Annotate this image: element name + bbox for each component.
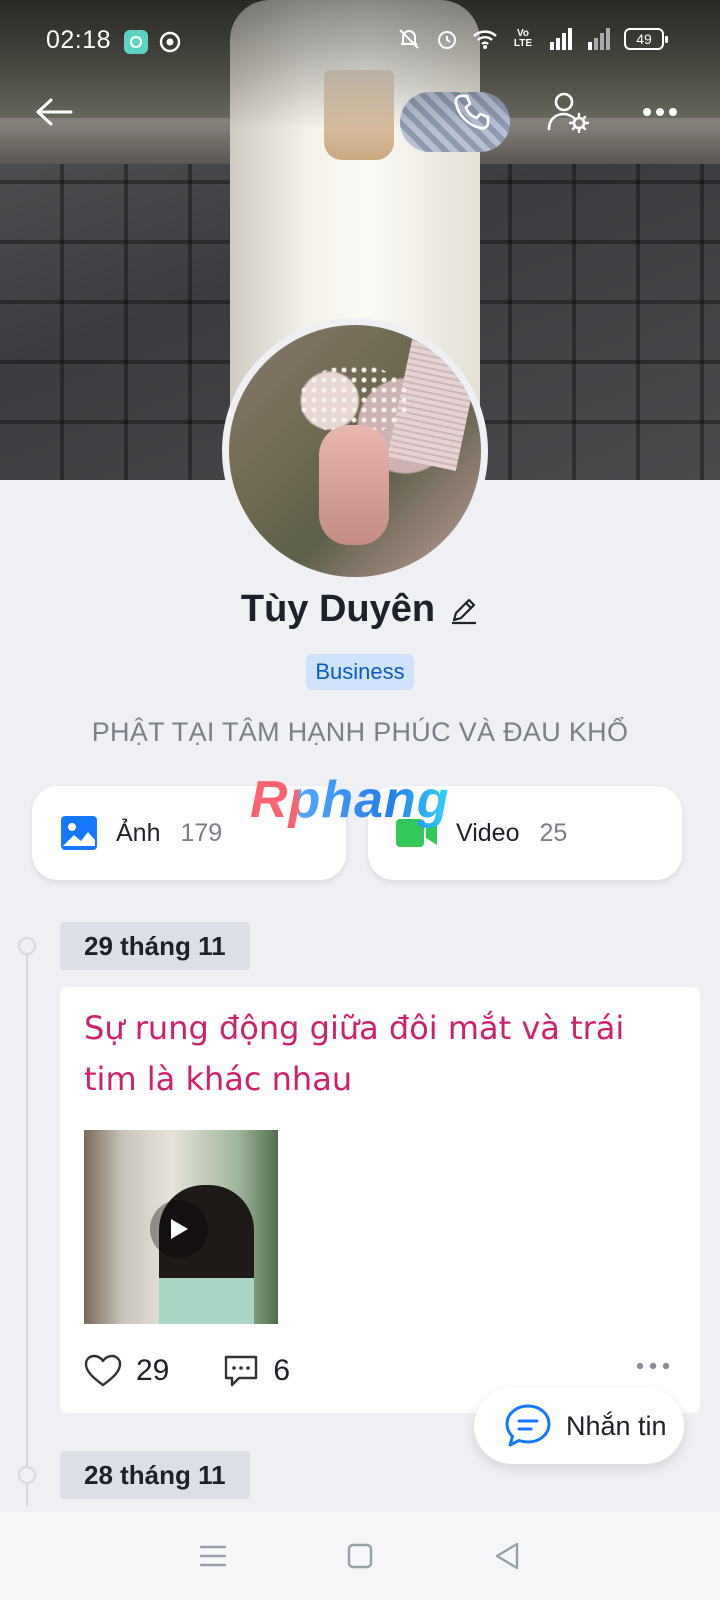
business-badge: Business [306,654,414,690]
volte-icon: Vo LTE [513,28,533,49]
chat-bubble-icon [505,1404,551,1447]
status-time: 02:18 [46,26,112,54]
comment-icon [225,1355,258,1387]
play-icon[interactable] [150,1200,208,1258]
comment-count: 6 [273,1354,291,1387]
videos-count: 25 [539,818,568,847]
badge-row: Business [0,654,720,690]
more-horizontal-icon [643,108,677,116]
user-settings-button[interactable] [540,84,596,140]
comment-button[interactable]: 6 [223,1354,290,1388]
back-button[interactable] [26,84,82,140]
timeline-dot [18,937,36,955]
avatar-hands [319,425,389,545]
like-count: 29 [136,1354,170,1387]
profile-bio: PHẬT TẠI TÂM HẠNH PHÚC VÀ ĐAU KHỔ [91,717,629,747]
timeline-line [26,946,28,1506]
wifi-icon [472,26,498,52]
battery-icon: 49 [624,28,668,50]
post-video-thumbnail[interactable] [84,1130,278,1324]
menu-icon[interactable] [183,1526,243,1586]
post-text: Sự rung động giữa đôi mắt và trái tim là… [84,1009,625,1098]
timeline-dot [18,1466,36,1484]
heart-icon [84,1354,122,1387]
home-square-icon[interactable] [330,1526,390,1586]
user-settings-icon [547,92,590,133]
vpn-icon [158,30,182,54]
videos-label: Video [456,818,520,847]
profile-name-row: Tùy Duyên [0,588,720,631]
watermark-logo: Rphang [250,771,450,829]
back-triangle-icon[interactable] [477,1526,537,1586]
photos-count: 179 [180,818,223,847]
image-icon [61,816,97,850]
silent-icon [396,26,422,52]
signal-icon [548,26,574,52]
like-button[interactable]: 29 [84,1354,169,1388]
avatar[interactable] [222,318,488,584]
pencil-icon[interactable] [449,595,479,625]
battery-level: 49 [636,31,652,47]
post-more-icon[interactable] [636,1357,670,1375]
system-navigation-bar [0,1512,720,1600]
message-button[interactable]: Nhắn tin [474,1388,684,1464]
post-card[interactable]: Sự rung động giữa đôi mắt và trái tim là… [60,987,700,1413]
call-button[interactable] [444,84,500,140]
avatar-image [229,325,481,577]
date-chip: 29 tháng 11 [60,922,250,970]
date-chip: 28 tháng 11 [60,1451,250,1499]
status-bar: 02:18 Vo LTE 49 [0,0,720,84]
app-notification-icon [124,30,148,54]
message-button-label: Nhắn tin [566,1410,667,1441]
profile-name: Tùy Duyên [240,588,436,630]
phone-icon [454,94,490,130]
photos-label: Ảnh [116,818,161,847]
signal-2-icon [586,26,612,52]
post-actions: 29 6 [84,1349,674,1393]
alarm-icon [434,26,460,52]
back-arrow-icon [36,98,73,126]
more-button[interactable] [632,84,688,140]
